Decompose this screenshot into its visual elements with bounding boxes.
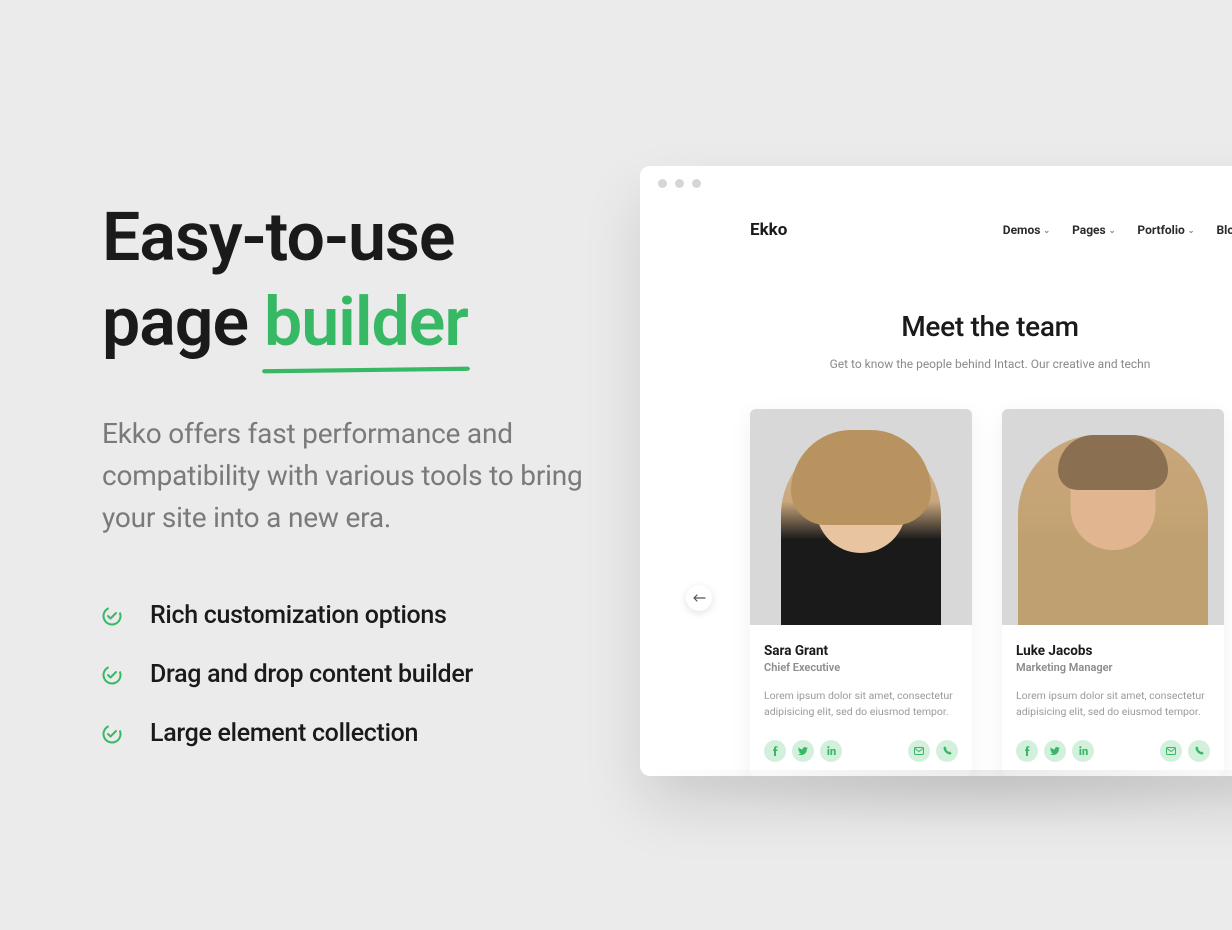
features-list: Rich customization options Drag and drop… xyxy=(102,601,590,748)
feature-item: Large element collection xyxy=(102,719,590,748)
feature-text: Large element collection xyxy=(150,719,418,748)
email-icon[interactable] xyxy=(908,740,930,762)
phone-icon[interactable] xyxy=(936,740,958,762)
window-chrome xyxy=(640,166,1232,200)
section-subtitle: Get to know the people behind Intact. Ou… xyxy=(640,357,1232,371)
hero-heading: Easy-to-use page builder xyxy=(102,195,590,365)
team-member-desc: Lorem ipsum dolor sit amet, consectetur … xyxy=(1016,688,1210,720)
team-member-desc: Lorem ipsum dolor sit amet, consectetur … xyxy=(764,688,958,720)
facebook-icon[interactable] xyxy=(764,740,786,762)
twitter-icon[interactable] xyxy=(1044,740,1066,762)
section-title: Meet the team xyxy=(640,310,1232,343)
hero-panel: Easy-to-use page builder Ekko offers fas… xyxy=(0,0,640,930)
chrome-dot-icon xyxy=(658,179,667,188)
chrome-dot-icon xyxy=(692,179,701,188)
team-card: Sara Grant Chief Executive Lorem ipsum d… xyxy=(750,409,972,776)
facebook-icon[interactable] xyxy=(1016,740,1038,762)
site-logo[interactable]: Ekko xyxy=(750,220,981,240)
chevron-down-icon: ⌄ xyxy=(1043,226,1050,235)
feature-item: Rich customization options xyxy=(102,601,590,630)
heading-line-2a: page xyxy=(102,282,264,362)
nav-item-blog[interactable]: Blog⌄ xyxy=(1216,223,1232,237)
team-member-name: Luke Jacobs xyxy=(1016,643,1210,659)
site-header: Ekko Demos⌄ Pages⌄ Portfolio⌄ Blog⌄ Shop… xyxy=(640,200,1232,260)
arrow-left-icon xyxy=(692,593,706,603)
avatar xyxy=(1002,409,1224,625)
chevron-down-icon: ⌄ xyxy=(1188,226,1195,235)
team-card: Luke Jacobs Marketing Manager Lorem ipsu… xyxy=(1002,409,1224,776)
feature-text: Rich customization options xyxy=(150,601,447,630)
email-icon[interactable] xyxy=(1160,740,1182,762)
preview-window: Ekko Demos⌄ Pages⌄ Portfolio⌄ Blog⌄ Shop… xyxy=(640,166,1232,776)
nav-item-pages[interactable]: Pages⌄ xyxy=(1072,223,1115,237)
linkedin-icon[interactable] xyxy=(1072,740,1094,762)
check-icon xyxy=(102,665,122,685)
feature-item: Drag and drop content builder xyxy=(102,660,590,689)
feature-text: Drag and drop content builder xyxy=(150,660,473,689)
hero-subheading: Ekko offers fast performance and compati… xyxy=(102,413,590,539)
linkedin-icon[interactable] xyxy=(820,740,842,762)
check-icon xyxy=(102,606,122,626)
team-member-name: Sara Grant xyxy=(764,643,958,659)
team-cards-row: Sara Grant Chief Executive Lorem ipsum d… xyxy=(640,409,1232,776)
check-icon xyxy=(102,724,122,744)
twitter-icon[interactable] xyxy=(792,740,814,762)
chevron-down-icon: ⌄ xyxy=(1109,226,1116,235)
team-member-role: Chief Executive xyxy=(764,661,958,674)
nav-item-portfolio[interactable]: Portfolio⌄ xyxy=(1137,223,1194,237)
social-row xyxy=(764,740,958,762)
phone-icon[interactable] xyxy=(1188,740,1210,762)
avatar xyxy=(750,409,972,625)
nav-item-demos[interactable]: Demos⌄ xyxy=(1003,223,1050,237)
heading-line-1: Easy-to-use xyxy=(102,197,454,277)
team-member-role: Marketing Manager xyxy=(1016,661,1210,674)
heading-highlight: builder xyxy=(264,280,468,365)
chrome-dot-icon xyxy=(675,179,684,188)
social-row xyxy=(1016,740,1210,762)
carousel-prev-button[interactable] xyxy=(686,585,712,611)
